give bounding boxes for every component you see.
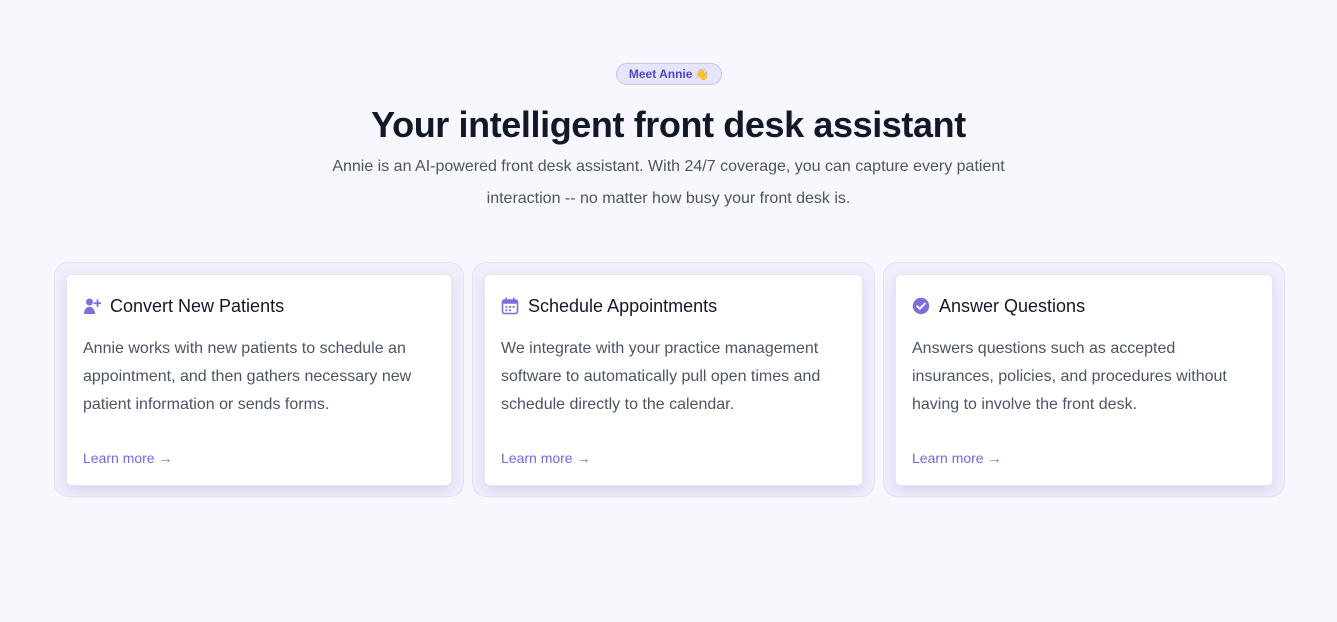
learn-more-link[interactable]: Learn more → <box>912 449 1001 467</box>
check-circle-icon <box>912 297 930 315</box>
calendar-icon <box>501 297 519 315</box>
learn-more-link[interactable]: Learn more → <box>501 449 590 467</box>
feature-title: Convert New Patients <box>110 296 285 316</box>
feature-title: Answer Questions <box>939 296 1086 316</box>
feature-description: We integrate with your practice manageme… <box>501 340 821 413</box>
feature-card-header: Answer Questions <box>912 295 1258 317</box>
meet-annie-badge: Meet Annie 👋 <box>616 63 722 85</box>
feature-card-answer-questions: Answer Questions Answers questions such … <box>895 274 1273 486</box>
feature-card-shell-convert: Convert New Patients Annie works with ne… <box>54 262 464 497</box>
feature-card-header: Convert New Patients <box>83 295 437 317</box>
feature-description: Answers questions such as accepted insur… <box>912 340 1227 413</box>
feature-card-schedule-appointments: Schedule Appointments We integrate with … <box>484 274 863 486</box>
feature-card-header: Schedule Appointments <box>501 295 848 317</box>
page-subtitle: Annie is an AI-powered front desk assist… <box>332 158 1005 207</box>
badge-label: Meet Annie <box>628 67 693 81</box>
page-title: Your intelligent front desk assistant <box>371 104 966 145</box>
learn-more-link[interactable]: Learn more → <box>83 449 172 467</box>
feature-card-convert-new-patients: Convert New Patients Annie works with ne… <box>66 274 452 486</box>
waving-hand-icon: 👋 <box>695 69 710 81</box>
add-user-icon <box>83 297 101 315</box>
feature-title: Schedule Appointments <box>528 296 718 316</box>
feature-description: Annie works with new patients to schedul… <box>83 340 412 413</box>
feature-card-shell-answer: Answer Questions Answers questions such … <box>883 262 1285 497</box>
feature-card-shell-schedule: Schedule Appointments We integrate with … <box>472 262 875 497</box>
